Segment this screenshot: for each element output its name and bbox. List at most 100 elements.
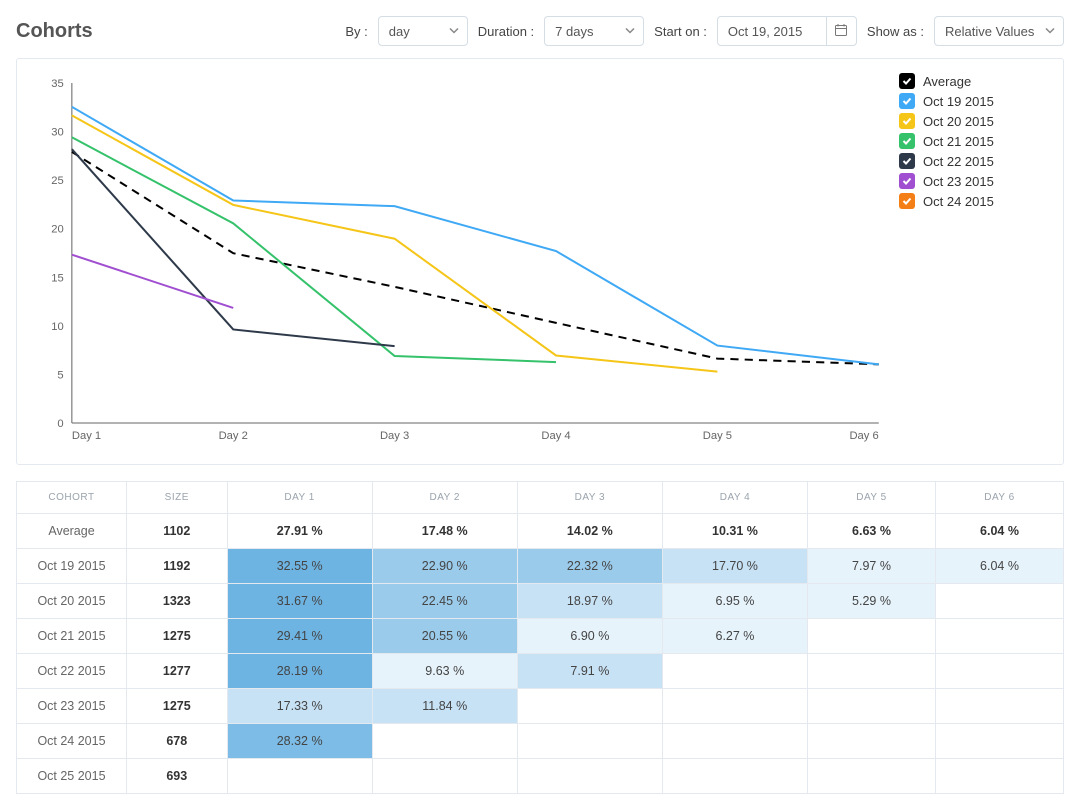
cell-value [372, 724, 517, 759]
table-row: Oct 24 201567828.32 % [17, 724, 1064, 759]
table-row: Oct 21 2015127529.41 %20.55 %6.90 %6.27 … [17, 619, 1064, 654]
cell-value: 14.02 % [517, 514, 662, 549]
legend-item[interactable]: Oct 23 2015 [899, 173, 1049, 189]
table-row: Oct 23 2015127517.33 %11.84 % [17, 689, 1064, 724]
legend-checkbox [899, 113, 915, 129]
cohort-label: Oct 22 2015 [17, 654, 127, 689]
show-as-select[interactable]: Relative Values [934, 16, 1064, 46]
cell-value: 22.45 % [372, 584, 517, 619]
column-header: SIZE [127, 482, 228, 514]
cohort-label: Average [17, 514, 127, 549]
legend-checkbox [899, 153, 915, 169]
duration-label: Duration : [478, 24, 534, 39]
chart-legend: Average Oct 19 2015 Oct 20 2015 Oct 21 2015… [889, 73, 1049, 456]
legend-label: Oct 20 2015 [923, 114, 994, 129]
page-title: Cohorts [16, 20, 335, 43]
legend-checkbox [899, 73, 915, 89]
cell-value: 17.70 % [662, 549, 807, 584]
cell-value [517, 759, 662, 794]
legend-checkbox [899, 133, 915, 149]
column-header: DAY 4 [662, 482, 807, 514]
svg-text:5: 5 [57, 370, 63, 382]
cell-value: 7.91 % [517, 654, 662, 689]
cell-value [935, 724, 1063, 759]
legend-item[interactable]: Oct 24 2015 [899, 193, 1049, 209]
retention-chart: 05101520253035Day 1Day 2Day 3Day 4Day 5D… [31, 73, 889, 456]
cell-value: 6.90 % [517, 619, 662, 654]
show-as-value: Relative Values [945, 24, 1034, 39]
cohort-size: 1275 [127, 689, 228, 724]
cell-value: 6.04 % [935, 549, 1063, 584]
cell-value [808, 654, 936, 689]
svg-text:0: 0 [57, 418, 63, 430]
cohort-size: 1192 [127, 549, 228, 584]
cohort-label: Oct 20 2015 [17, 584, 127, 619]
table-row: Oct 25 2015693 [17, 759, 1064, 794]
cell-value [517, 724, 662, 759]
cell-value [808, 759, 936, 794]
table-row-average: Average110227.91 %17.48 %14.02 %10.31 %6… [17, 514, 1064, 549]
cell-value [935, 584, 1063, 619]
table-row: Oct 20 2015132331.67 %22.45 %18.97 %6.95… [17, 584, 1064, 619]
cell-value: 7.97 % [808, 549, 936, 584]
cell-value [808, 619, 936, 654]
cohort-size: 1275 [127, 619, 228, 654]
by-label: By : [345, 24, 367, 39]
column-header: DAY 6 [935, 482, 1063, 514]
cell-value [935, 759, 1063, 794]
table-row: Oct 19 2015119232.55 %22.90 %22.32 %17.7… [17, 549, 1064, 584]
svg-text:Day 1: Day 1 [72, 430, 101, 442]
cohort-table-wrap: COHORTSIZEDAY 1DAY 2DAY 3DAY 4DAY 5DAY 6… [16, 481, 1064, 794]
legend-label: Oct 19 2015 [923, 94, 994, 109]
calendar-icon [834, 23, 848, 40]
cell-value [662, 654, 807, 689]
legend-checkbox [899, 173, 915, 189]
chevron-down-icon [1045, 24, 1055, 39]
legend-label: Oct 23 2015 [923, 174, 994, 189]
cell-value: 27.91 % [227, 514, 372, 549]
cell-value: 6.04 % [935, 514, 1063, 549]
by-select[interactable]: day [378, 16, 468, 46]
duration-value: 7 days [555, 24, 593, 39]
cohort-size: 1277 [127, 654, 228, 689]
filters-bar: Cohorts By : day Duration : 7 days Start… [16, 16, 1064, 46]
svg-text:Day 5: Day 5 [703, 430, 732, 442]
calendar-button[interactable] [827, 16, 857, 46]
cell-value: 20.55 % [372, 619, 517, 654]
column-header: DAY 5 [808, 482, 936, 514]
cell-value: 17.48 % [372, 514, 517, 549]
svg-text:30: 30 [51, 127, 63, 139]
svg-text:25: 25 [51, 175, 63, 187]
cohort-label: Oct 21 2015 [17, 619, 127, 654]
legend-item[interactable]: Oct 21 2015 [899, 133, 1049, 149]
cell-value: 28.32 % [227, 724, 372, 759]
column-header: DAY 3 [517, 482, 662, 514]
legend-label: Oct 22 2015 [923, 154, 994, 169]
cell-value [227, 759, 372, 794]
cell-value: 31.67 % [227, 584, 372, 619]
svg-text:Day 4: Day 4 [541, 430, 570, 442]
legend-item[interactable]: Oct 20 2015 [899, 113, 1049, 129]
cell-value: 6.63 % [808, 514, 936, 549]
cohort-label: Oct 24 2015 [17, 724, 127, 759]
cell-value [517, 689, 662, 724]
cohort-size: 678 [127, 724, 228, 759]
cell-value: 6.27 % [662, 619, 807, 654]
duration-select[interactable]: 7 days [544, 16, 644, 46]
legend-label: Oct 24 2015 [923, 194, 994, 209]
start-date-input[interactable]: Oct 19, 2015 [717, 16, 827, 46]
cell-value [372, 759, 517, 794]
svg-text:20: 20 [51, 224, 63, 236]
cell-value [808, 689, 936, 724]
cell-value [662, 689, 807, 724]
legend-item[interactable]: Average [899, 73, 1049, 89]
cell-value: 11.84 % [372, 689, 517, 724]
svg-text:35: 35 [51, 78, 63, 90]
cell-value: 28.19 % [227, 654, 372, 689]
legend-item[interactable]: Oct 22 2015 [899, 153, 1049, 169]
legend-item[interactable]: Oct 19 2015 [899, 93, 1049, 109]
cell-value: 10.31 % [662, 514, 807, 549]
cell-value [808, 724, 936, 759]
table-row: Oct 22 2015127728.19 %9.63 %7.91 % [17, 654, 1064, 689]
cell-value: 5.29 % [808, 584, 936, 619]
